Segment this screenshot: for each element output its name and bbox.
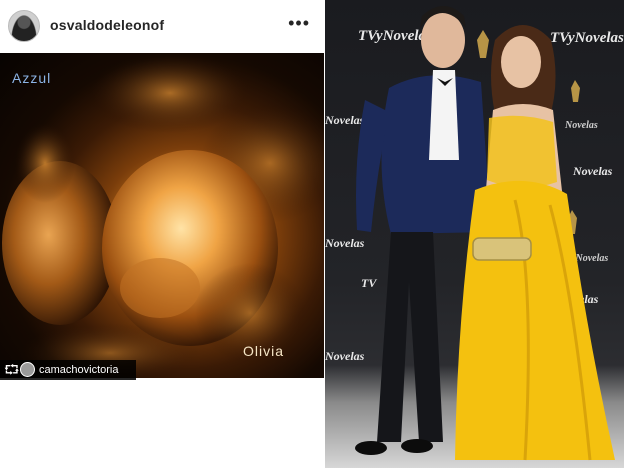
image-label-azzul: Azzul — [12, 70, 52, 86]
red-carpet-photo: TVyNovelas TVyNovelas Novelas Novelas No… — [325, 0, 624, 468]
couple-illustration — [355, 6, 615, 461]
instagram-post: osvaldodeleonof ••• Azzul Olivia ⮔ camac… — [0, 0, 324, 468]
post-header: osvaldodeleonof ••• — [0, 0, 324, 52]
more-horizontal-icon[interactable]: ••• — [288, 14, 310, 32]
image-label-olivia: Olivia — [243, 343, 285, 359]
username[interactable]: osvaldodeleonof — [50, 17, 164, 33]
ultrasound-image — [2, 53, 324, 378]
repost-user-avatar — [20, 362, 35, 377]
repost-icon: ⮔ — [4, 362, 20, 377]
repost-attribution[interactable]: ⮔ camachovictoria — [0, 360, 136, 380]
ultrasound-photo: Azzul Olivia — [0, 53, 324, 378]
user-avatar[interactable] — [8, 10, 40, 42]
repost-username[interactable]: camachovictoria — [39, 364, 118, 376]
